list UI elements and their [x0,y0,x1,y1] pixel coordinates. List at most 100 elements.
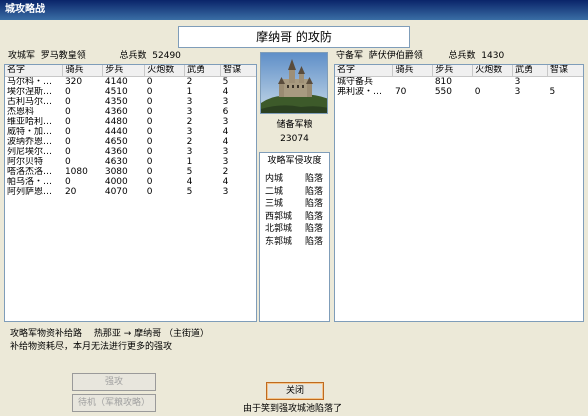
zone-name: 二城 [265,186,284,197]
table-row[interactable]: 弗利波・… 70 550 0 3 5 [335,87,583,97]
column-header[interactable]: 骑兵 [62,65,104,77]
table-cell: 3 [186,127,193,137]
table-cell: 0 [146,177,153,187]
table-cell: 3 [222,157,229,167]
table-cell: 波纳乔恩… [7,137,53,147]
table-cell: 2 [186,137,193,147]
table-cell: 3 [222,117,229,127]
table-cell: 杰恩科 [7,107,35,117]
table-cell: 0 [146,127,153,137]
zone-state: 陷落 [304,211,323,222]
table-cell: 4 [222,137,229,147]
zone-state: 陷落 [304,174,323,184]
column-header[interactable]: 火炮数 [144,65,186,77]
table-cell: 4650 [104,137,128,147]
table-cell: 4440 [104,127,128,137]
table-cell: 4360 [104,107,128,117]
zone-row: 内城 陷落 [260,173,329,186]
table-cell: 550 [434,87,452,97]
zone-state: 陷落 [304,186,323,197]
table-cell: 4510 [104,87,128,97]
column-header[interactable]: 骑兵 [392,65,434,77]
table-cell: 0 [146,107,153,117]
table-cell: 3 [186,147,193,157]
table-cell: 帕乌洛・… [7,177,53,187]
table-cell: 6 [222,107,229,117]
invasion-status-title: 攻略军侵攻度 [267,156,322,166]
column-header[interactable]: 智谋 [547,65,583,77]
table-cell: 嗒洛杰洛… [7,167,53,177]
defender-header: 守备军 萨伏伊伯爵领 总兵数 1430 [336,50,504,62]
attacker-total-label: 总兵数 [119,51,147,61]
table-row[interactable]: 威特・加… 0 4440 0 3 4 [5,127,256,137]
attacker-table-panel[interactable]: 名字 骑兵 步兵 火炮数 武勇 智谋 马尔科・… 320 4140 0 2 5 埃尔涅斯… 0 4510 0… [4,64,257,322]
standby-button[interactable]: 待机（军粮攻略） [72,394,156,412]
table-cell: 1080 [64,167,88,177]
supply-route: 攻略军物资补给路 热那亚 → 摩纳哥 （主街道） [10,329,209,339]
table-cell: 4630 [104,157,128,167]
zone-name: 北郭城 [265,224,293,234]
table-cell: 0 [64,87,71,97]
column-header[interactable]: 火炮数 [472,65,514,77]
table-cell: 3 [222,147,229,157]
table-row[interactable]: 波纳乔恩… 0 4650 0 2 4 [5,137,256,147]
defender-total-label: 总兵数 [448,51,476,61]
table-cell: 4 [222,177,229,187]
column-header[interactable]: 名字 [335,65,394,77]
table-row[interactable]: 列尼埃尔… 0 4360 0 3 3 [5,147,256,157]
attacker-table: 名字 骑兵 步兵 火炮数 武勇 智谋 马尔科・… 320 4140 0 2 5 埃尔涅斯… 0 4510 0… [5,65,256,197]
column-header[interactable]: 步兵 [432,65,474,77]
table-cell: 4 [222,127,229,137]
column-header[interactable]: 名字 [5,65,64,77]
table-cell: 2 [186,77,193,87]
table-cell: 4480 [104,117,128,127]
table-cell: 马尔科・… [7,77,53,87]
table-cell [393,77,433,88]
table-cell: 3080 [104,167,128,177]
table-cell: 320 [64,77,83,87]
table-row[interactable]: 阿尔贝特 0 4630 0 1 3 [5,157,256,167]
column-header[interactable]: 武勇 [184,65,222,77]
table-cell: 5 [186,167,193,177]
table-row[interactable]: 城守备兵 810 3 [335,77,583,88]
table-row[interactable]: 维亚哈利… 0 4480 0 2 3 [5,117,256,127]
table-cell: 20 [64,187,77,197]
table-cell: 0 [64,127,71,137]
column-header[interactable]: 步兵 [102,65,146,77]
table-cell: 4360 [104,147,128,157]
zone-state: 陷落 [304,224,323,234]
table-cell: 3 [514,77,521,87]
table-row[interactable]: 嗒洛杰洛… 1080 3080 0 5 2 [5,167,256,177]
table-cell: 4350 [104,97,128,107]
close-button[interactable]: 关闭 [266,382,324,400]
reserve-food-label: 储备军粮 [276,120,313,130]
column-header[interactable]: 武勇 [512,65,549,77]
zone-name: 三城 [265,199,284,209]
table-cell: 3 [186,107,193,117]
attacker-header: 攻城军 罗马教皇领 总兵数 52490 [8,50,181,62]
table-cell: 埃尔涅斯… [7,87,53,97]
table-row[interactable]: 马尔科・… 320 4140 0 2 5 [5,77,256,88]
table-row[interactable]: 阿列萨恩… 20 4070 0 5 3 [5,187,256,197]
table-row[interactable]: 帕乌洛・… 0 4000 0 4 4 [5,177,256,187]
table-cell: 0 [146,87,153,97]
table-cell: 城守备兵 [337,77,374,87]
assault-button[interactable]: 强攻 [72,373,156,391]
table-cell: 阿列萨恩… [7,187,53,197]
window-title: 城攻略战 [0,0,588,20]
table-cell: 0 [64,147,71,157]
defender-table-panel[interactable]: 名字 骑兵 步兵 火炮数 武勇 智谋 城守备兵 810 3 弗利波・… 70 550 0 3 5 [334,64,584,322]
table-cell: 威特・加… [7,127,53,137]
column-header[interactable]: 智谋 [220,65,256,77]
attacker-commander: 罗马教皇领 [40,51,86,61]
table-cell: 3 [222,97,229,107]
table-row[interactable]: 埃尔涅斯… 0 4510 0 1 4 [5,87,256,97]
table-cell: 3 [186,97,193,107]
table-row[interactable]: 杰恩科 0 4360 0 3 6 [5,107,256,117]
table-cell: 古利马尔… [7,97,53,107]
battle-title: 摩纳哥 的攻防 [178,26,410,48]
castle-image [260,52,328,114]
table-cell: 4140 [104,77,128,87]
defender-total: 1430 [481,51,505,61]
table-row[interactable]: 古利马尔… 0 4350 0 3 3 [5,97,256,107]
